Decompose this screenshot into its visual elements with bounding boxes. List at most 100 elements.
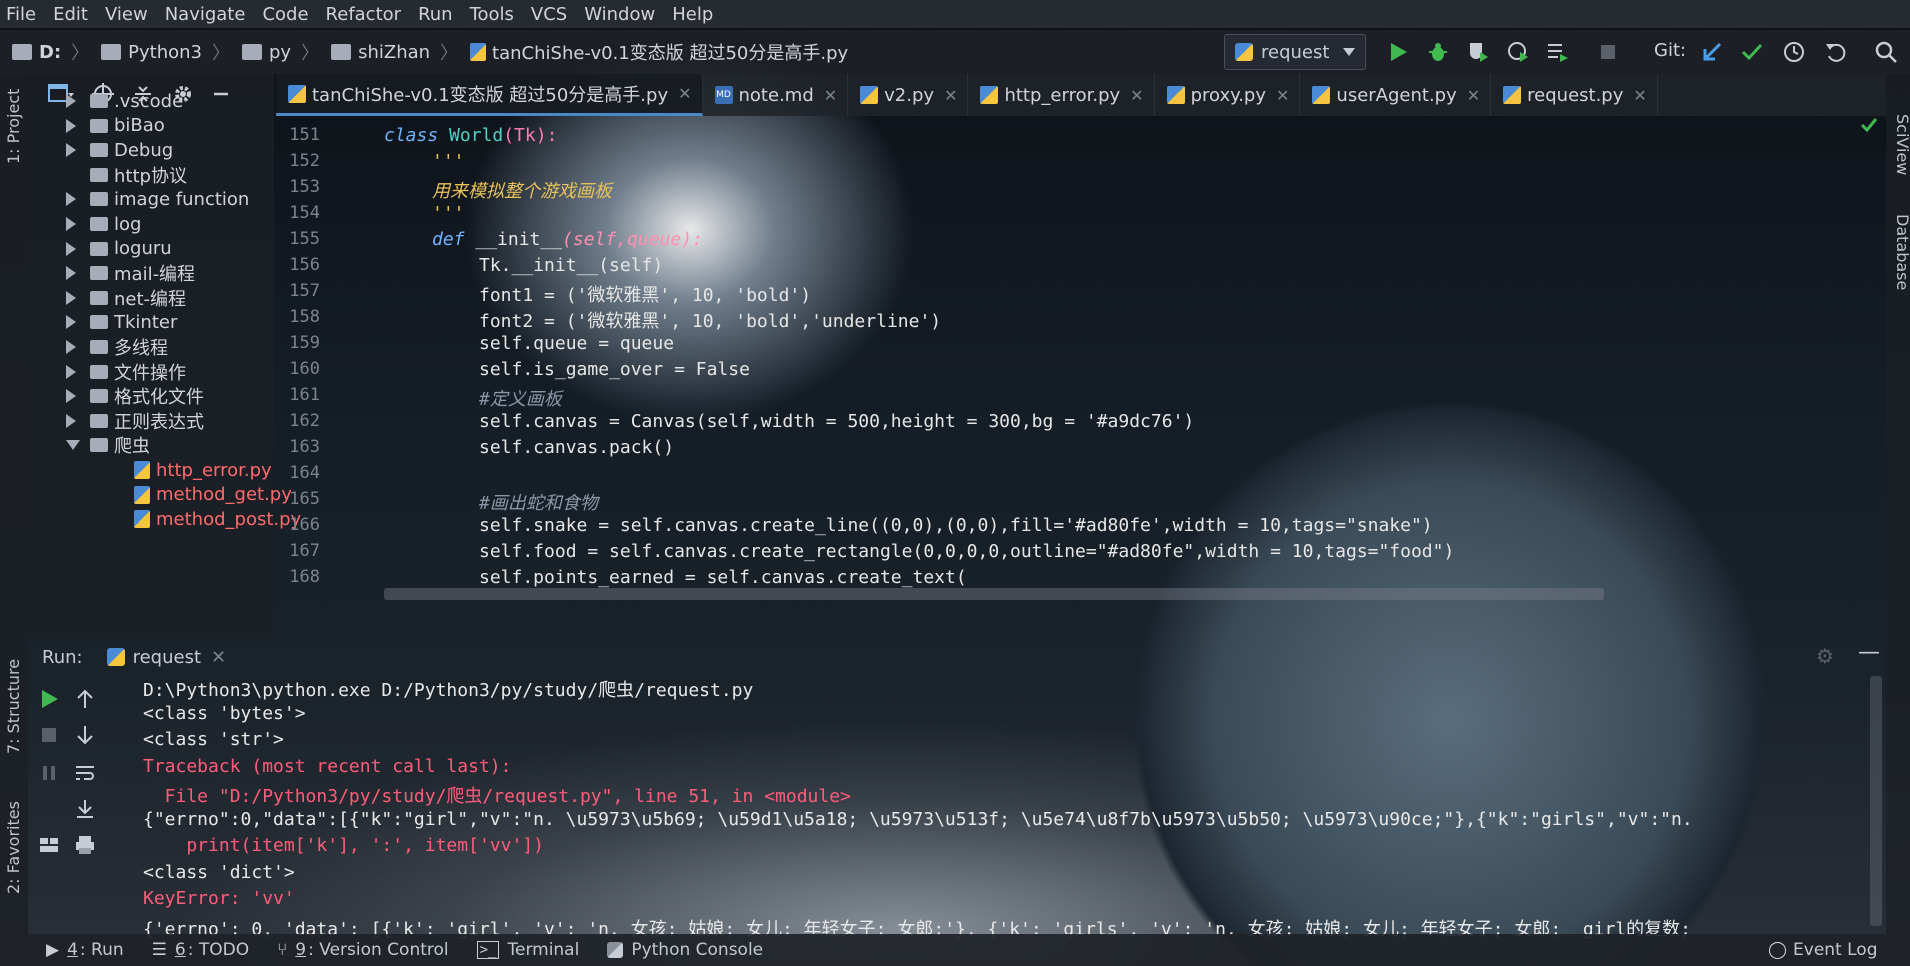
chevron-right-icon[interactable] (66, 315, 76, 330)
profile-icon[interactable] (1506, 40, 1530, 64)
python-file-icon (860, 86, 879, 104)
chevron-right-icon[interactable] (66, 266, 76, 281)
rerun-icon[interactable] (38, 688, 60, 710)
menu-window[interactable]: Window (584, 4, 655, 25)
run-configuration-select[interactable]: request (1224, 34, 1366, 70)
version-control-tool-button[interactable]: ⑂ 9: Version Control (277, 940, 449, 960)
folder-icon (331, 44, 352, 60)
chevron-down-icon[interactable] (66, 440, 80, 451)
run-settings-gear-icon[interactable]: ⚙ (1816, 644, 1834, 668)
layout-icon[interactable] (38, 834, 60, 856)
line-number: 155 (289, 229, 320, 249)
run-tool-button[interactable]: ▶ 4: Run (46, 940, 124, 960)
chevron-right-icon[interactable] (66, 94, 76, 108)
event-log-button[interactable]: ◯ Event Log (1768, 940, 1878, 960)
soft-wrap-icon[interactable] (74, 762, 96, 784)
scroll-to-end-icon[interactable] (74, 798, 96, 820)
python-file-icon (1312, 86, 1331, 104)
chevron-right-icon[interactable] (66, 340, 76, 354)
editor-tab[interactable]: userAgent.py ✕ (1300, 74, 1492, 116)
menu-edit[interactable]: Edit (53, 4, 88, 25)
code-editor[interactable]: 150 151 152 153 154 155 156 157 158 159 160 161 162 1… (276, 116, 1886, 604)
tool-label: Python Console (631, 940, 764, 960)
menu-run[interactable]: Run (418, 4, 453, 25)
folder-icon (90, 290, 108, 305)
vertical-scrollbar[interactable] (1870, 676, 1882, 926)
close-icon[interactable]: ✕ (944, 86, 957, 105)
editor-tab[interactable]: MD note.md ✕ (703, 74, 849, 116)
chevron-right-icon[interactable] (66, 192, 76, 207)
editor-tab[interactable]: request.py ✕ (1491, 74, 1658, 116)
folder-icon (90, 438, 108, 453)
debug-icon[interactable] (1426, 40, 1450, 64)
run-concurrency-icon[interactable] (1546, 40, 1570, 64)
database-tool-window-button[interactable]: Database (1893, 214, 1910, 290)
menu-vcs[interactable]: VCS (531, 4, 567, 25)
stop-run-icon[interactable] (38, 724, 60, 746)
code-line-155: def __init__(self,queue): (432, 229, 703, 250)
close-icon[interactable]: ✕ (824, 86, 837, 105)
chevron-right-icon[interactable] (66, 217, 76, 231)
python-file-icon (288, 84, 306, 103)
tree-item[interactable]: method_post.py (28, 504, 301, 534)
breadcrumb-drive[interactable]: D: 〉 (12, 39, 89, 65)
close-icon[interactable]: ✕ (1130, 86, 1143, 105)
line-number: 152 (289, 151, 320, 171)
tab-label: proxy.py (1190, 84, 1266, 106)
favorites-tool-window-button[interactable]: 2: Favorites (4, 801, 23, 894)
coverage-icon[interactable] (1466, 40, 1490, 64)
close-icon[interactable]: ✕ (1633, 86, 1646, 105)
terminal-tool-button[interactable]: >_ Terminal (476, 940, 579, 960)
todo-tool-button[interactable]: ☰ 6: TODO (152, 940, 249, 960)
chevron-right-icon[interactable] (66, 389, 76, 404)
menu-navigate[interactable]: Navigate (165, 4, 246, 25)
menu-tools[interactable]: Tools (470, 4, 514, 25)
history-icon[interactable] (1782, 40, 1806, 64)
run-icon[interactable] (1386, 40, 1410, 64)
chevron-right-icon[interactable] (66, 364, 76, 379)
close-icon[interactable]: ✕ (211, 647, 226, 668)
breadcrumb-file[interactable]: tanChiShe-v0.1变态版 超过50分是高手.py (470, 39, 848, 65)
chevron-right-icon[interactable] (66, 413, 76, 428)
git-update-icon[interactable] (1700, 40, 1724, 64)
close-icon[interactable]: ✕ (678, 84, 691, 103)
chevron-right-icon[interactable] (66, 143, 76, 158)
pause-icon[interactable] (38, 762, 60, 784)
sciview-tool-window-button[interactable]: SciView (1893, 114, 1910, 175)
menu-help[interactable]: Help (672, 4, 713, 25)
chevron-right-icon[interactable] (66, 118, 76, 133)
menu-file[interactable]: File (6, 4, 36, 25)
close-icon[interactable]: ✕ (1276, 86, 1289, 105)
horizontal-scrollbar[interactable] (384, 588, 1604, 600)
structure-tool-window-button[interactable]: 7: Structure (4, 659, 23, 754)
code-line-158: font2 = ('微软雅黑', 10, 'bold','underline') (479, 311, 942, 332)
breadcrumb-python3[interactable]: Python3 〉 (101, 39, 230, 65)
python-console-tool-button[interactable]: Python Console (607, 940, 763, 960)
close-icon[interactable]: ✕ (1467, 86, 1480, 105)
scroll-up-icon[interactable] (74, 688, 96, 710)
hide-panel-icon[interactable] (212, 83, 230, 105)
stop-icon[interactable] (1596, 40, 1620, 64)
hide-run-panel-icon[interactable]: — (1858, 640, 1880, 665)
print-icon[interactable] (74, 834, 96, 856)
chevron-right-icon[interactable] (66, 241, 76, 256)
folder-icon (90, 315, 108, 330)
menu-code[interactable]: Code (262, 4, 308, 25)
editor-tab[interactable]: proxy.py ✕ (1155, 74, 1301, 116)
project-tool-window-button[interactable]: 1: Project (4, 89, 23, 164)
editor-tab[interactable]: tanChiShe-v0.1变态版 超过50分是高手.py ✕ (276, 74, 703, 116)
menu-refactor[interactable]: Refactor (326, 4, 402, 25)
scroll-down-icon[interactable] (74, 724, 96, 746)
shortcut-number: 6 (174, 940, 186, 960)
rollback-icon[interactable] (1824, 40, 1848, 64)
chevron-right-icon[interactable] (66, 290, 76, 305)
editor-tab[interactable]: http_error.py ✕ (968, 74, 1155, 116)
menu-view[interactable]: View (105, 4, 148, 25)
breadcrumb-label: py (269, 41, 292, 63)
run-tab[interactable]: request ✕ (106, 647, 226, 668)
editor-tab[interactable]: v2.py ✕ (848, 74, 969, 116)
search-icon[interactable] (1874, 40, 1898, 64)
breadcrumb-py[interactable]: py 〉 (242, 39, 319, 65)
breadcrumb-shizhan[interactable]: shiZhan 〉 (331, 39, 458, 65)
git-commit-icon[interactable] (1740, 40, 1764, 64)
